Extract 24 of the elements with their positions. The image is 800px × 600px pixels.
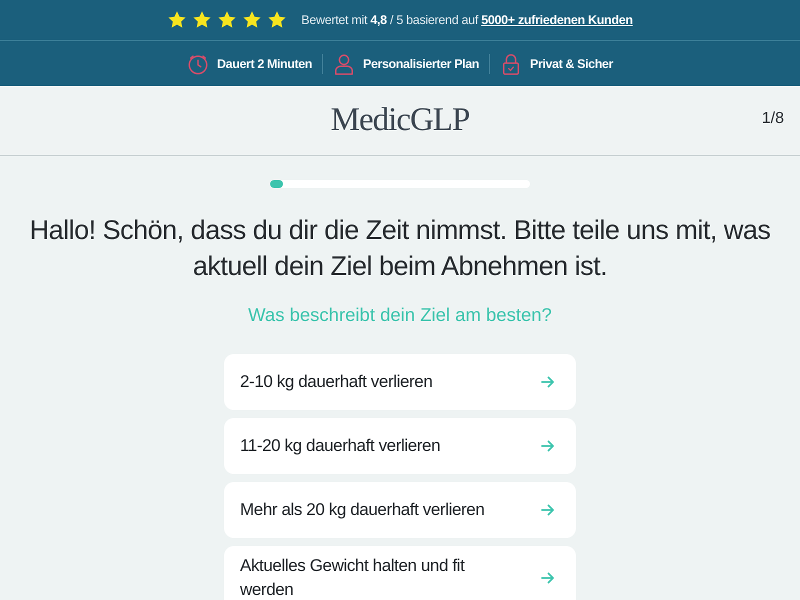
option-button[interactable]: 11-20 kg dauerhaft verlieren [224, 418, 576, 474]
step-counter: 1/8 [762, 110, 784, 128]
arrow-right-icon [541, 572, 555, 584]
person-icon [333, 52, 356, 74]
badge-label: Privat & Sicher [530, 56, 613, 70]
arrow-right-icon [541, 440, 555, 452]
question-title: Hallo! Schön, dass du dir die Zeit nimmst. Bitte teile uns mit, was aktuell dein Ziel beim Abnehmen ist. [28, 214, 772, 283]
rating-text: Bewertet mit 4,8 / 5 basierend auf 5000+ zufriedenen Kunden [301, 13, 633, 27]
star-icon [217, 10, 238, 30]
clock-icon [187, 52, 210, 74]
badge-label: Dauert 2 Minuten [217, 56, 312, 70]
star-icon [167, 10, 188, 30]
arrow-right-icon [541, 376, 555, 388]
arrow-right-icon [541, 504, 555, 516]
reviews-link[interactable]: 5000+ zufriedenen Kunden [481, 13, 633, 27]
star-icon [192, 10, 212, 30]
question-subtitle: Was beschreibt dein Ziel am besten? [248, 304, 552, 326]
option-button[interactable]: Mehr als 20 kg dauerhaft verlieren [224, 482, 576, 538]
option-button[interactable]: Aktuelles Gewicht halten und fit werden [224, 546, 576, 600]
star-icon [242, 10, 262, 30]
badge-label: Personalisierter Plan [363, 56, 480, 70]
option-button[interactable]: 2-10 kg dauerhaft verlieren [224, 354, 576, 410]
star-icon [267, 10, 288, 30]
logo: MedicGLP [330, 102, 470, 139]
